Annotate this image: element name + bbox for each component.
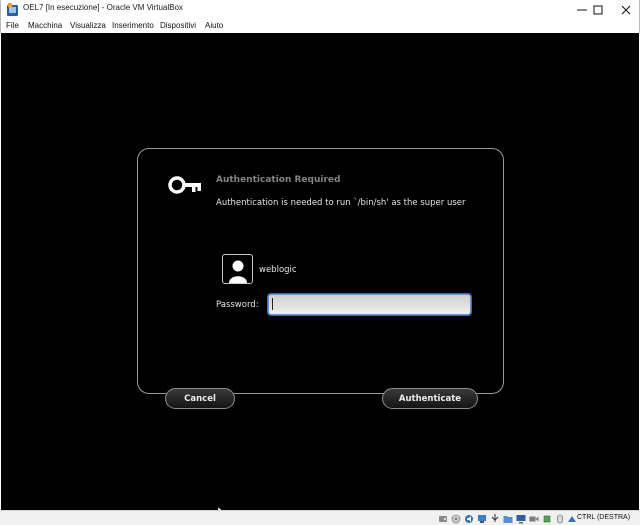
key-icon (168, 176, 201, 194)
avatar (222, 254, 253, 284)
text-caret (272, 298, 273, 310)
title-bar: OEL7 [In esecuzione] - Oracle VM Virtual… (0, 0, 640, 20)
host-key-icon[interactable] (567, 514, 577, 524)
mouse-integration-icon[interactable] (555, 514, 565, 524)
maximize-icon (593, 5, 603, 15)
dialog-title: Authentication Required (216, 175, 341, 185)
password-label: Password: (216, 300, 259, 310)
close-icon (621, 5, 631, 15)
cancel-button[interactable]: Cancel (165, 388, 235, 409)
audio-icon[interactable] (464, 514, 474, 524)
menu-dispositivi[interactable]: Dispositivi (160, 20, 196, 31)
cpu-icon[interactable] (542, 514, 552, 524)
hard-disk-icon[interactable] (438, 514, 448, 524)
video-capture-icon[interactable] (529, 514, 539, 524)
status-bar: CTRL (DESTRA) (0, 510, 640, 525)
vm-display[interactable]: Authentication Required Authentication i… (1, 33, 639, 510)
host-key-label: CTRL (DESTRA) (577, 514, 631, 521)
authenticate-button[interactable]: Authenticate (382, 388, 478, 409)
window-title: OEL7 [In esecuzione] - Oracle VM Virtual… (23, 3, 183, 12)
shared-folders-icon[interactable] (503, 514, 513, 524)
menu-macchina[interactable]: Macchina (28, 20, 62, 31)
usb-icon[interactable] (490, 514, 500, 524)
close-button[interactable] (610, 0, 640, 20)
user-name: weblogic (259, 265, 297, 275)
display-icon[interactable] (516, 514, 526, 524)
virtualbox-app-icon (7, 3, 18, 16)
optical-drive-icon[interactable] (451, 514, 461, 524)
menu-aiuto[interactable]: Aiuto (205, 20, 223, 31)
user-icon (228, 260, 247, 283)
network-icon[interactable] (477, 514, 487, 524)
menu-visualizza[interactable]: Visualizza (70, 20, 106, 31)
dialog-message: Authentication is needed to run `/bin/sh… (216, 198, 466, 208)
menu-file[interactable]: File (6, 20, 19, 31)
authentication-dialog: Authentication Required Authentication i… (137, 148, 504, 409)
menu-bar: File Macchina Visualizza Inserimento Dis… (0, 20, 640, 33)
menu-inserimento[interactable]: Inserimento (112, 20, 154, 31)
password-field[interactable] (268, 294, 471, 315)
